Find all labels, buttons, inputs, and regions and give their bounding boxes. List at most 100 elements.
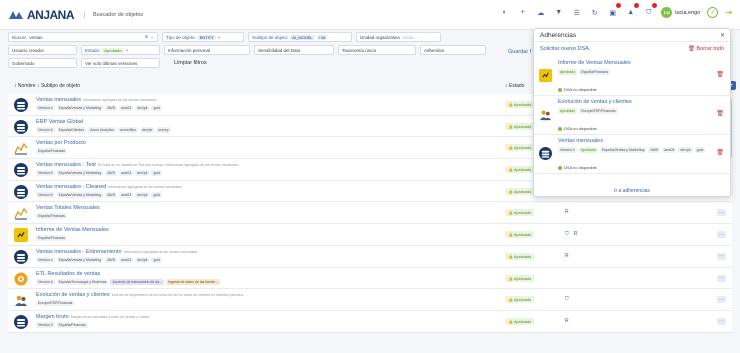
save-filters-button[interactable]: Guardar f <box>508 49 531 55</box>
row-glyph-icon[interactable]: R <box>565 253 569 259</box>
notifications-icon[interactable]: ▲ <box>625 3 640 18</box>
row-tag[interactable]: gold <box>151 105 163 111</box>
row-tag[interactable]: gold <box>151 170 163 177</box>
row-tag[interactable]: aws03 <box>119 256 134 263</box>
row-tag[interactable]: AWS <box>105 170 118 177</box>
adherencia-tag[interactable]: aws03 <box>662 147 677 153</box>
row-tag[interactable]: España/Ventas y Marketing <box>56 256 104 263</box>
row-title[interactable]: Evolución de ventas y clientes <box>36 292 110 298</box>
row-tag[interactable]: gold <box>151 191 163 198</box>
table-row[interactable]: Ventas Totales Mensuales España/Finanzas… <box>8 202 732 225</box>
creator-filter[interactable]: Usuario creador <box>8 45 77 55</box>
table-row[interactable]: Evolución de ventas y clientes Informe de… <box>8 289 732 311</box>
row-tag[interactable]: dev/pk <box>135 105 150 111</box>
row-title[interactable]: Ventas mensuales - Test <box>36 162 96 168</box>
row-tag[interactable]: Versión 6 <box>36 191 55 198</box>
latest-versions-filter[interactable]: Ver solo últimas versiones <box>81 58 160 68</box>
chevron-down-icon[interactable]: ⌄ <box>150 34 154 40</box>
theme-toggle-icon[interactable]: ◐ <box>499 7 510 18</box>
row-glyph-icon[interactable]: R <box>565 209 569 215</box>
taxonomy-filter[interactable]: Taxonomía única <box>338 45 416 55</box>
adherencia-name[interactable]: Informe de Ventas Mensuales <box>558 60 631 66</box>
request-dsa-button[interactable]: Solicitar nuevo DSA <box>540 46 589 52</box>
row-tag[interactable]: España/Ventas y Marketing <box>56 170 104 177</box>
row-tag[interactable]: España/Finanzas <box>36 148 68 155</box>
trash-icon[interactable]: 🗑 <box>716 149 724 156</box>
table-row[interactable]: ETL Resultados de ventas Versión 6 España… <box>8 267 732 290</box>
clear-search-icon[interactable]: ⊗ <box>144 34 148 40</box>
adherencia-tag[interactable]: dev/pk <box>678 147 693 153</box>
trash-icon[interactable]: 🗑 <box>716 110 724 117</box>
add-icon[interactable]: + <box>517 7 528 18</box>
history-icon[interactable]: ↻ <box>589 7 600 18</box>
adherencia-name[interactable]: Evolución de ventas y clientes <box>558 99 632 105</box>
row-tag[interactable]: survey <box>156 126 171 133</box>
row-tag[interactable]: España/Ventas y Marketing <box>56 191 104 198</box>
row-tag[interactable]: Versión 3 <box>36 321 55 328</box>
row-tag[interactable]: España/Ventas y Marketing <box>56 105 104 111</box>
clear-filters-button[interactable]: Limpiar filtros <box>164 58 207 68</box>
table-row[interactable]: Ventas mensuales - Entrenamiento Informac… <box>8 245 732 268</box>
row-tag[interactable]: Versión 6 <box>36 126 55 133</box>
adherencia-tag[interactable]: España/Finanzas <box>579 69 611 75</box>
column-header-name[interactable]: ↕ Nombre ↕ Subtipo de objeto <box>14 83 80 89</box>
row-title[interactable]: ETL Resultados de ventas <box>36 271 100 277</box>
status-filter[interactable]: Estado: Aprobado × <box>81 45 160 55</box>
row-glyph-icon[interactable]: R <box>574 231 578 237</box>
object-subtype-more[interactable]: +16 <box>316 34 328 40</box>
row-glyph-icon[interactable]: ⛉ <box>565 231 569 237</box>
row-tag[interactable]: Versión 5 <box>36 170 55 177</box>
adherencia-tag[interactable]: AWS <box>648 147 661 153</box>
row-tag[interactable]: Acuerdo de intercambio de da... <box>110 278 165 285</box>
row-tag[interactable]: dev/pk <box>135 191 150 198</box>
check-icon[interactable]: ✓ <box>707 7 719 18</box>
row-title[interactable]: Ventas por Producto <box>36 140 86 146</box>
row-tag[interactable]: dev/pk <box>135 256 150 263</box>
row-glyph-icon[interactable]: R <box>565 318 569 324</box>
row-more-button[interactable]: ⋯ <box>717 252 726 260</box>
row-tag[interactable]: aws03 <box>119 105 134 111</box>
close-icon[interactable]: ✕ <box>720 32 725 39</box>
row-tag[interactable]: AWS <box>105 256 118 263</box>
row-title[interactable]: Margen bruto <box>36 314 69 320</box>
row-more-button[interactable]: ⋯ <box>717 209 726 217</box>
search-input[interactable]: Buscar: ventas ⊗ ⌄ <box>8 32 158 42</box>
cart-icon[interactable]: ⛉ <box>643 3 658 18</box>
adherencia-tag[interactable]: Aprobado <box>558 108 578 114</box>
personal-info-filter[interactable]: Información personal <box>164 45 250 55</box>
adherencia-tag[interactable]: Aprobado <box>578 147 598 153</box>
cloud-icon[interactable]: ☁ <box>535 7 546 18</box>
table-row[interactable]: Margen bruto Margen bruto calculado a par… <box>8 310 732 333</box>
app-logo[interactable]: ANJANA <box>8 8 75 22</box>
remove-status-chip-icon[interactable]: × <box>126 48 129 53</box>
row-tag[interactable]: Versión 4 <box>36 256 55 263</box>
row-tag[interactable]: AWS <box>105 105 118 111</box>
row-tag[interactable]: gold <box>151 256 163 263</box>
adherencia-tag[interactable]: gold <box>694 147 706 153</box>
row-tag[interactable]: España/Tecnología y Sistemas <box>56 278 109 285</box>
row-tag[interactable]: dev/pk <box>135 170 150 177</box>
row-more-button[interactable]: ⋯ <box>717 274 726 282</box>
row-title[interactable]: Ventas mensuales - Cleaned <box>36 184 106 190</box>
sensitivity-filter[interactable]: Sensibilidad del Dato <box>254 45 334 55</box>
object-type-filter[interactable]: Tipo de objeto: ENTITY × <box>162 32 244 42</box>
remove-chip-icon[interactable]: × <box>218 35 221 40</box>
adherencia-tag[interactable]: España/Ventas y Marketing <box>599 147 647 153</box>
inbox-icon[interactable]: ▣ <box>607 3 622 18</box>
row-tag[interactable]: Ingesta de datos de las fuente... <box>166 278 220 285</box>
row-title[interactable]: Informe de Ventas Mensuales <box>36 227 109 233</box>
row-tag[interactable]: Azure Analytics <box>88 126 117 133</box>
row-title[interactable]: Ventas mensuales <box>36 97 81 103</box>
governed-filter[interactable]: Gobernado <box>8 58 77 68</box>
org-unit-filter[interactable]: Unidad organizativa Unida... <box>356 32 441 42</box>
row-tag[interactable]: AWS <box>105 191 118 198</box>
logout-icon[interactable]: ⇥ <box>725 8 732 17</box>
row-tag[interactable]: España/Finanzas <box>36 213 68 220</box>
adhered-filter[interactable]: Adheridos <box>420 45 486 55</box>
row-more-button[interactable]: ⋯ <box>717 317 726 325</box>
object-subtype-filter[interactable]: Subtipo de objeto: AI_MODEL +16 <box>248 32 352 42</box>
adherencia-tag[interactable]: Europe/ESP/Finanzas <box>579 108 618 114</box>
column-header-status[interactable]: ↕ Estado <box>505 83 524 89</box>
adherencia-name[interactable]: Ventas mensuales <box>558 138 603 144</box>
row-tag[interactable]: aws03 <box>119 191 134 198</box>
